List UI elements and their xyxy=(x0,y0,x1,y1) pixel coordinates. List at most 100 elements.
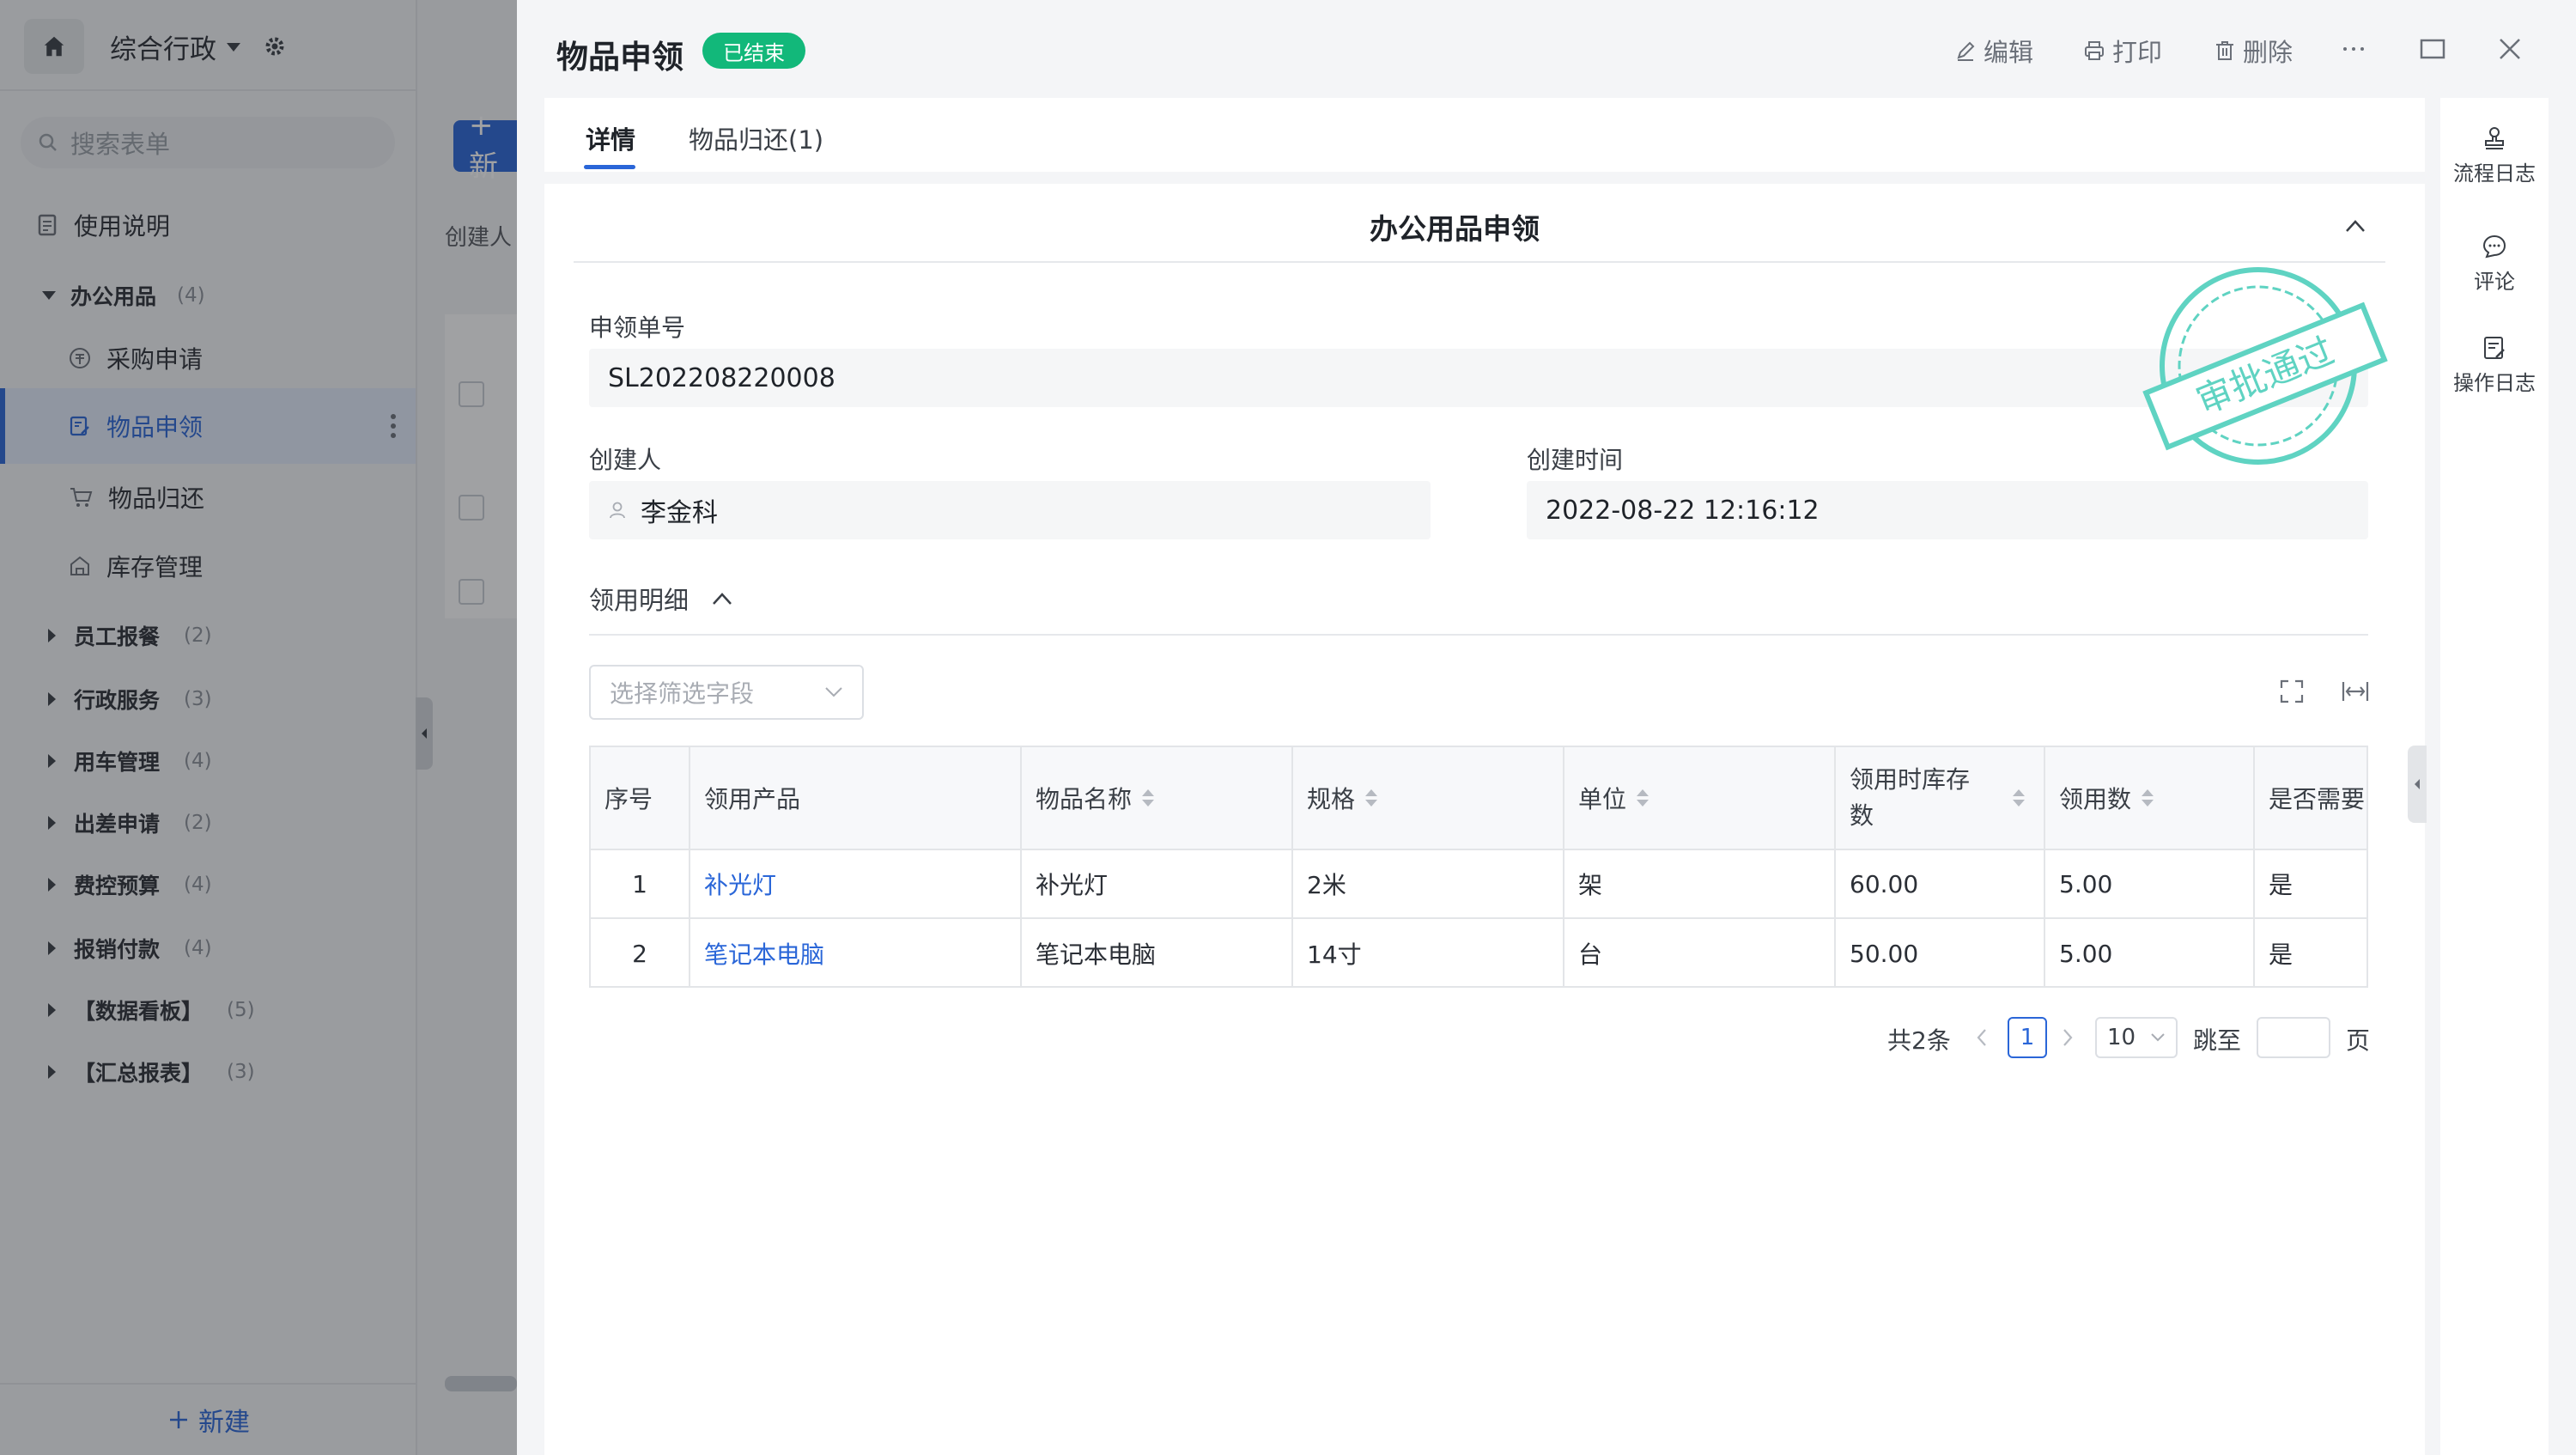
maximize-icon xyxy=(2420,39,2445,59)
pagination-total: 共2条 xyxy=(1887,1026,1951,1055)
maximize-button[interactable] xyxy=(2420,36,2445,62)
table-cell: 1 xyxy=(591,850,690,919)
sort-icon[interactable] xyxy=(2013,789,2025,807)
section-collapse-button[interactable] xyxy=(2344,218,2366,234)
table-cell: 2米 xyxy=(1293,850,1564,919)
more-button[interactable] xyxy=(2341,36,2366,62)
section-divider xyxy=(574,261,2385,263)
rail-flow-log[interactable]: 流程日志 xyxy=(2440,125,2549,186)
column-header[interactable]: 规格 xyxy=(1293,747,1564,850)
fullscreen-button[interactable] xyxy=(2279,679,2305,704)
printer-icon xyxy=(2085,41,2104,60)
prev-page-button[interactable] xyxy=(1975,1027,1989,1048)
filter-placeholder: 选择筛选字段 xyxy=(610,679,755,708)
product-link[interactable]: 补光灯 xyxy=(690,850,1022,919)
column-label: 单位 xyxy=(1578,785,1627,813)
close-button[interactable] xyxy=(2497,36,2523,62)
fit-width-icon xyxy=(2342,682,2369,701)
chevron-up-icon xyxy=(2346,220,2365,232)
table-cell: 是 xyxy=(2255,850,2366,919)
fullscreen-icon xyxy=(2280,679,2304,703)
table-cell: 5.00 xyxy=(2045,919,2255,986)
table-cell: 补光灯 xyxy=(1022,850,1293,919)
rail-collapse-handle[interactable] xyxy=(2408,746,2427,823)
section-title: 办公用品申领 xyxy=(1370,212,1540,246)
column-header: 是否需要! xyxy=(2255,747,2368,850)
chevron-down-icon xyxy=(2151,1033,2165,1042)
rail-label: 操作日志 xyxy=(2453,371,2536,395)
order-no-label: 申领单号 xyxy=(589,314,686,342)
page-size-select[interactable]: 10 xyxy=(2095,1017,2178,1058)
print-button[interactable]: 打印 xyxy=(2083,33,2162,69)
detail-divider xyxy=(589,634,2368,636)
table-cell: 台 xyxy=(1564,919,1836,986)
chevron-right-icon xyxy=(2063,1029,2073,1046)
jump-page-input[interactable] xyxy=(2257,1017,2330,1058)
modal-overlay[interactable] xyxy=(0,0,517,1455)
detail-table: 序号 领用产品 物品名称 规格 单位 领用时库存数 领用数 是否需要! 1 补光… xyxy=(589,746,2368,988)
column-header[interactable]: 领用时库存数 xyxy=(1836,747,2045,850)
column-label: 规格 xyxy=(1307,785,1356,813)
pencil-icon xyxy=(1957,41,1975,61)
fit-width-button[interactable] xyxy=(2341,679,2370,704)
sort-icon[interactable] xyxy=(1637,789,1649,807)
side-rail xyxy=(2440,98,2549,1455)
column-header[interactable]: 物品名称 xyxy=(1022,747,1293,850)
close-icon xyxy=(2500,39,2520,59)
detail-title: 领用明细 xyxy=(589,586,690,615)
chevron-left-icon xyxy=(2415,779,2420,789)
print-label: 打印 xyxy=(2112,38,2163,67)
table-cell: 14寸 xyxy=(1293,919,1564,986)
next-page-button[interactable] xyxy=(2061,1027,2075,1048)
table-cell: 50.00 xyxy=(1836,919,2045,986)
column-header: 序号 xyxy=(591,747,690,850)
table-cell: 笔记本电脑 xyxy=(1022,919,1293,986)
creator-label: 创建人 xyxy=(589,446,662,474)
status-badge: 已结束 xyxy=(702,33,805,69)
table-cell: 架 xyxy=(1564,850,1836,919)
order-no-value: SL202208220008 xyxy=(589,349,2368,407)
tab-item-return[interactable]: 物品归还(1) xyxy=(689,120,823,156)
column-header[interactable]: 领用数 xyxy=(2045,747,2255,850)
delete-button[interactable]: 删除 xyxy=(2214,33,2293,69)
filter-select[interactable]: 选择筛选字段 xyxy=(589,665,864,720)
chevron-down-icon xyxy=(825,687,842,697)
column-label: 领用数 xyxy=(2059,785,2132,813)
stamp-icon xyxy=(2485,127,2504,149)
rail-operation-log[interactable]: 操作日志 xyxy=(2440,335,2549,396)
table-cell: 5.00 xyxy=(2045,850,2255,919)
tab-details[interactable]: 详情 xyxy=(586,120,635,156)
log-icon xyxy=(2484,337,2505,359)
edit-button[interactable]: 编辑 xyxy=(1954,33,2033,69)
created-at-label: 创建时间 xyxy=(1527,446,1624,474)
edit-label: 编辑 xyxy=(1984,38,2034,67)
column-label: 领用时库存数 xyxy=(1850,765,1971,830)
sort-icon[interactable] xyxy=(1365,789,1378,807)
creator-value: 李金科 xyxy=(641,498,718,528)
trash-icon xyxy=(2216,41,2233,60)
created-at-value: 2022-08-22 12:16:12 xyxy=(1527,481,2368,539)
chevron-left-icon xyxy=(1977,1029,1986,1046)
more-horizontal-icon xyxy=(2343,47,2364,51)
user-icon xyxy=(610,502,625,519)
rail-label: 流程日志 xyxy=(2453,161,2536,186)
delete-label: 删除 xyxy=(2243,38,2293,67)
column-header[interactable]: 单位 xyxy=(1564,747,1836,850)
rail-comments[interactable]: 评论 xyxy=(2440,234,2549,295)
table-cell: 是 xyxy=(2269,941,2293,969)
page-suffix: 页 xyxy=(2346,1026,2371,1055)
comment-icon xyxy=(2482,234,2506,259)
detail-section-header[interactable]: 领用明细 xyxy=(589,581,733,617)
column-label: 序号 xyxy=(605,785,653,813)
table-cell: 2 xyxy=(591,919,690,986)
sort-icon[interactable] xyxy=(2142,789,2154,807)
rail-label: 评论 xyxy=(2474,270,2515,294)
tab-indicator xyxy=(584,165,635,169)
product-link[interactable]: 笔记本电脑 xyxy=(690,919,1022,986)
creator-field: 李金科 xyxy=(589,481,1431,539)
page-current[interactable]: 1 xyxy=(2008,1017,2047,1058)
sort-icon[interactable] xyxy=(1142,789,1155,807)
column-label: 是否需要! xyxy=(2269,785,2368,813)
chevron-up-icon xyxy=(713,593,732,605)
table-cell: 60.00 xyxy=(1836,850,2045,919)
